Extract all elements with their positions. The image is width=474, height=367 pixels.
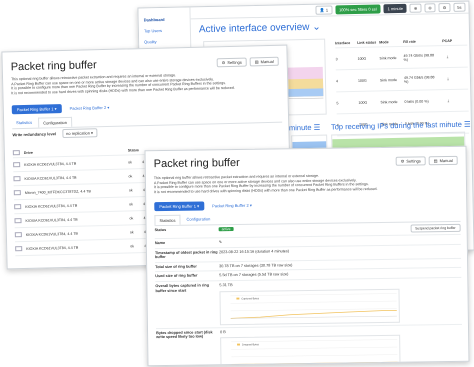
dropped-legend: Dropped Bytes — [242, 343, 260, 346]
manual-button[interactable]: ▤ Manual — [249, 56, 279, 67]
stat-row-overall-bytes: Overall bytes captured in ring buffer si… — [155, 277, 462, 329]
book-icon: ▤ — [254, 59, 259, 65]
drive-checkbox[interactable] — [13, 190, 21, 196]
download-icon[interactable]: ⤓ — [437, 54, 457, 59]
chevron-down-icon: ▾ — [249, 202, 252, 208]
book-icon: ▤ — [433, 158, 438, 164]
chevron-down-icon: ▾ — [107, 104, 110, 110]
write-redundancy-row: Write redundancy level no replication ▾ — [12, 128, 98, 139]
gear-icon: ⚙ — [442, 5, 447, 11]
status-badge: active — [218, 227, 234, 232]
drive-checkbox[interactable] — [14, 218, 22, 224]
table-row: 4 100G Sink mode 49.74 Gbit/s (98.88 %) ⤓ — [335, 67, 469, 93]
list-icon[interactable]: ☰ — [313, 123, 320, 132]
stat-row-dropped-bytes: Bytes dropped since start (disk write sp… — [156, 324, 463, 367]
page-title: Active interface overview ⌄ — [198, 21, 321, 36]
description: This optional ring buffer allows retroac… — [153, 173, 378, 194]
ring-buffer-statistics-window: Packet ring buffer ⚙ Settings ▤ Manual Thi… — [144, 145, 470, 367]
manual-button[interactable]: ▤ Manual — [428, 155, 458, 166]
drive-checkbox[interactable] — [14, 204, 22, 210]
top-toolbar: 👤 1 100% sec filters 0 ssl 1 minute ⊕ ⊖ … — [190, 1, 469, 20]
zoom-in-icon: ⊕ — [413, 5, 418, 11]
interval-select[interactable]: 1 minute — [383, 3, 408, 14]
gear-icon: ⚙ — [400, 158, 405, 164]
zoom-in-button[interactable]: ⊕ — [409, 3, 422, 13]
tab-configuration[interactable]: Configuration — [38, 116, 73, 128]
drive-checkbox[interactable] — [14, 232, 22, 238]
zoom-out-icon: ⊖ — [428, 5, 432, 11]
tab-ring-buffer-1[interactable]: Packet Ring Buffer 1 ▾ — [154, 201, 205, 212]
select-all-checkbox[interactable] — [12, 150, 20, 156]
drive-checkbox[interactable] — [13, 162, 21, 168]
tab-configuration[interactable]: Configuration — [182, 214, 214, 224]
page-title: Packet ring buffer — [153, 156, 240, 171]
settings-button[interactable]: ⚙ Settings — [395, 156, 426, 166]
tab-ring-buffer-2[interactable]: Packet Ring Buffer 2 ▾ — [64, 103, 114, 113]
download-icon[interactable]: ⤓ — [438, 98, 458, 102]
tab-statistics[interactable]: Statistics — [154, 214, 181, 226]
download-icon[interactable]: ⤓ — [438, 76, 458, 80]
chevron-down-icon[interactable]: ⌄ — [312, 22, 321, 33]
drive-checkbox[interactable] — [15, 246, 23, 252]
page-title: Packet ring buffer — [10, 59, 97, 74]
settings-button[interactable]: ⚙ Settings — [216, 57, 247, 68]
chevron-down-icon: ▾ — [54, 106, 57, 112]
tab-ring-buffer-2[interactable]: Packet Ring Buffer 2 ▾ — [207, 201, 257, 211]
table-row: 3 100G Sink mode 49.74 Gbit/s (98.88 %) ⤓ — [335, 45, 468, 71]
refresh-select[interactable]: 5s — [453, 2, 466, 12]
zoom-out-button[interactable]: ⊖ — [424, 3, 436, 13]
captured-legend: Captured Bytes — [241, 297, 259, 300]
captured-bytes-chart: Captured Bytes — [219, 288, 400, 325]
chevron-down-icon: ▾ — [197, 203, 200, 209]
statistics-table: Status active Suspend packet ring buffer… — [154, 221, 463, 367]
suspend-button[interactable]: Suspend packet ring buffer — [410, 223, 461, 233]
dropped-bytes-chart: Dropped Bytes — [220, 334, 401, 367]
tab-ring-buffer-1[interactable]: Packet Ring Buffer 1 ▾ — [11, 104, 62, 115]
gear-icon: ⚙ — [221, 60, 226, 66]
user-icon: 👤 — [319, 7, 325, 13]
section-title-left: minute ☰ — [288, 122, 321, 133]
tab-statistics[interactable]: Statistics — [12, 118, 36, 129]
drive-checkbox[interactable] — [13, 176, 21, 182]
write-redundancy-select[interactable]: no replication ▾ — [62, 128, 98, 139]
table-row: 5 100G Sink mode 0 bit/s (0.00 %) ⤓ — [336, 89, 469, 115]
pencil-icon[interactable]: ✎ — [219, 240, 222, 244]
list-icon[interactable]: ☰ — [464, 120, 471, 129]
description: This optional ring buffer allows retroac… — [11, 73, 235, 96]
user-menu-button[interactable]: 👤 1 — [315, 5, 333, 15]
status-badge: 100% sec filters 0 ssl — [334, 4, 381, 15]
settings-button[interactable]: ⚙ — [438, 2, 451, 13]
